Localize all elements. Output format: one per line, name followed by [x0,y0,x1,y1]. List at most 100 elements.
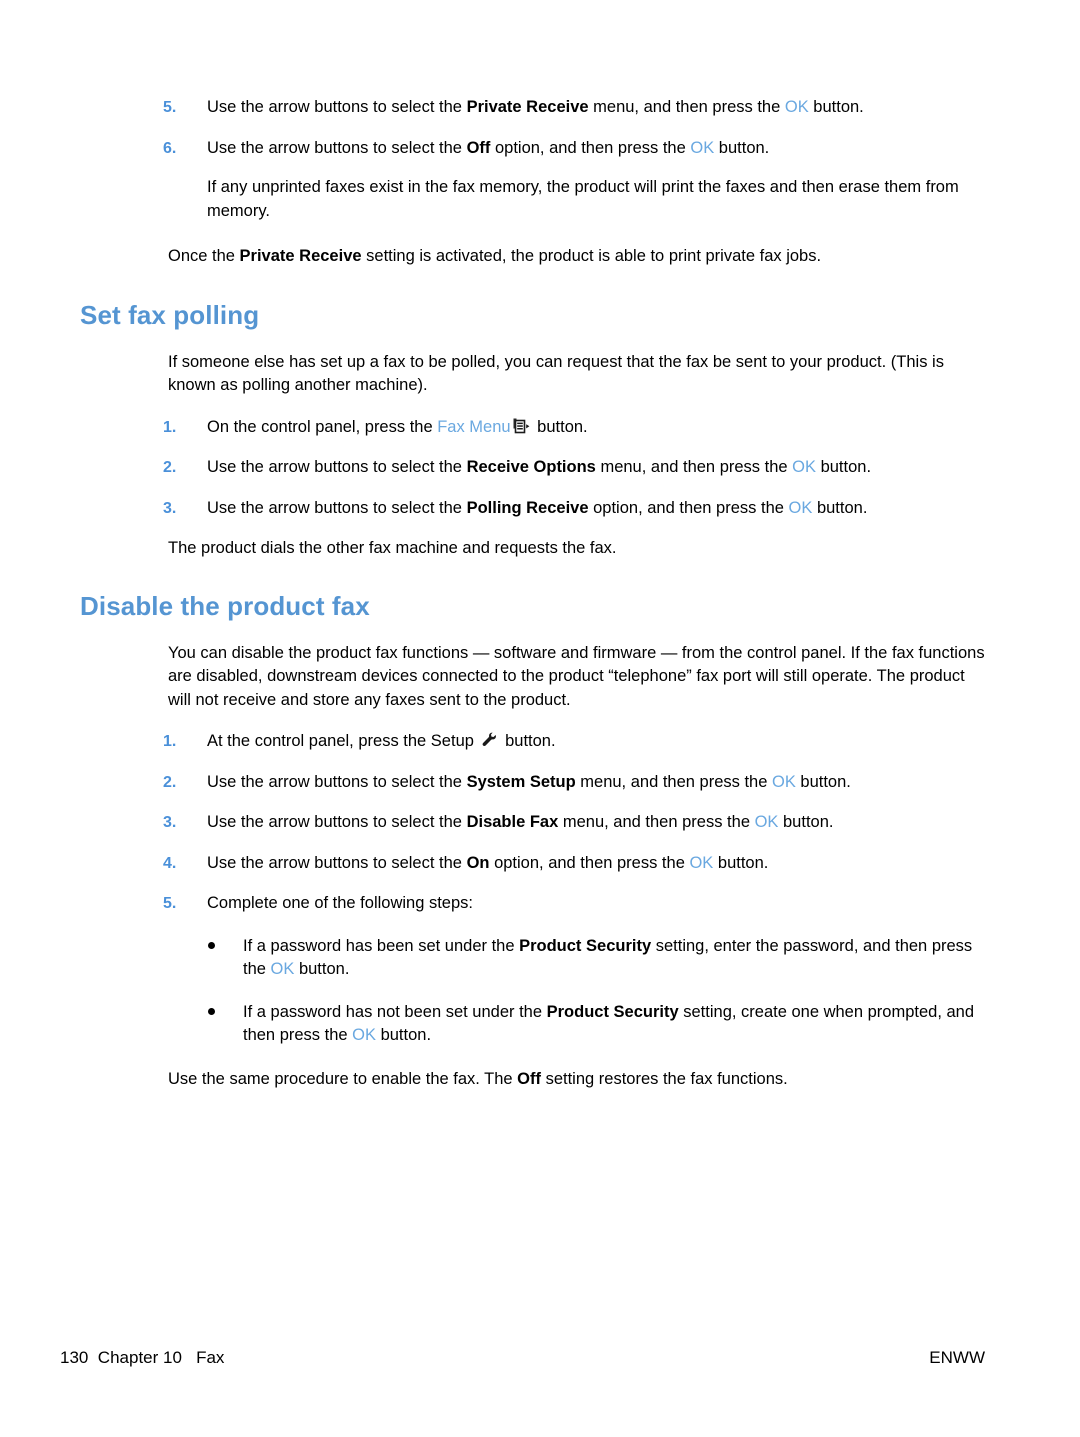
heading-disable-product-fax: Disable the product fax [80,590,370,621]
step-text-part: At the control panel, press the Setup [207,732,479,751]
paragraph-part: setting is activated, the product is abl… [361,247,822,265]
step-number: 1. [163,733,177,751]
disable-product-fax-intro: You can disable the product fax function… [168,643,985,709]
step-text-part: menu, and then press the [588,98,785,116]
step-text-part: button. [816,458,872,477]
paragraph-emphasis: Private Receive [239,247,362,265]
step-number: 1. [163,418,177,436]
step-emphasis: Disable Fax [466,813,559,832]
document-page: 5. Use the arrow buttons to select the P… [0,0,1080,1437]
step-number: 4. [163,854,177,872]
list-item: If a password has been set under the Pro… [80,935,986,982]
heading-set-fax-polling: Set fax polling [80,299,260,330]
step-text-part: On the control panel, press the [207,417,438,436]
bullet-dot-icon [208,941,215,949]
ok-button-label: OK [352,1026,376,1045]
bullet-emphasis: Product Security [519,936,652,955]
step-text: On the control panel, press the Fax Menu… [207,418,588,436]
page-content: 5. Use the arrow buttons to select the P… [80,96,986,1091]
step-text-part: button. [778,813,834,832]
step-text: Use the arrow buttons to select the Off … [207,139,769,157]
step-text-part: button. [500,732,556,751]
ok-button-label: OK [792,458,816,477]
step-text: Use the arrow buttons to select the Poll… [207,499,867,517]
step-text-part: button. [713,853,769,872]
step-text: Use the arrow buttons to select the Priv… [207,98,864,116]
step-item: 1. On the control panel, press the Fax M… [80,416,986,440]
paragraph-emphasis: Off [517,1069,541,1088]
ok-button-label: OK [771,772,796,791]
step-text-part: menu, and then press the [558,813,755,832]
step-number: 6. [163,139,177,157]
ok-button-label: OK [689,853,714,872]
step-emphasis: On [466,853,490,872]
private-receive-closing-paragraph: Once the Private Receive setting is acti… [168,245,986,269]
fax-menu-label: Fax Menu [437,417,511,436]
ok-button-label: OK [690,138,715,157]
ok-button-label: OK [270,960,295,979]
set-fax-polling-intro: If someone else has set up a fax to be p… [168,352,944,395]
bullet-dot-icon [208,1007,215,1015]
step-item: 2. Use the arrow buttons to select the S… [80,771,986,795]
step-text-part: option, and then press the [490,138,691,157]
step-number: 3. [163,814,177,832]
private-receive-steps: 5. Use the arrow buttons to select the P… [80,96,986,160]
step-text-part: Use the arrow buttons to select the [207,138,467,157]
step-text: At the control panel, press the Setup bu… [207,732,556,750]
bullet-text-part: button. [376,1026,432,1045]
bullet-text: If a password has been set under the Pro… [243,937,972,979]
footer-locale-label: ENWW [929,1348,985,1367]
bullet-text-part: If a password has not been set under the [243,1002,547,1021]
step-text: Use the arrow buttons to select the On o… [207,854,768,872]
step-text: Complete one of the following steps: [207,894,473,913]
set-fax-polling-closing: The product dials the other fax machine … [168,539,617,558]
step-number: 5. [163,99,177,116]
step-number: 2. [163,773,177,791]
step-text-part: option, and then press the [489,853,690,872]
footer-chapter-label: 130 Chapter 10 Fax [60,1348,225,1367]
bullet-emphasis: Product Security [546,1002,679,1021]
step-text-part: button. [714,138,770,157]
disable-product-fax-closing: Use the same procedure to enable the fax… [168,1068,986,1092]
step-emphasis: Polling Receive [466,498,589,517]
paragraph-part: Use the same procedure to enable the fax… [168,1069,518,1088]
step-text-part: button. [532,417,588,436]
step-text-part: Use the arrow buttons to select the [207,853,467,872]
wrench-icon [481,732,498,748]
step-text-part: Use the arrow buttons to select the [207,498,467,517]
list-item: If a password has not been set under the… [80,1001,986,1048]
step-item: 1. At the control panel, press the Setup… [80,730,986,754]
page-footer: 130 Chapter 10 Fax ENWW [60,1348,985,1372]
step-item: 6. Use the arrow buttons to select the O… [80,137,986,161]
step-emphasis: System Setup [466,772,576,791]
step-emphasis: Private Receive [466,98,589,116]
step-item: 3. Use the arrow buttons to select the P… [80,497,986,521]
step-emphasis: Off [466,138,491,157]
step-text-part: Use the arrow buttons to select the [207,813,467,832]
step-text-part: Use the arrow buttons to select the [207,458,467,477]
step-text-part: menu, and then press the [595,458,793,477]
bullet-text-part: button. [294,960,350,979]
ok-button-label: OK [754,813,779,832]
step-text-part: button. [812,498,868,517]
step-item: 4. Use the arrow buttons to select the O… [80,852,986,876]
bullet-text: If a password has not been set under the… [243,1003,974,1045]
step-number: 5. [163,895,177,913]
disable-product-fax-steps: 1. At the control panel, press the Setup… [80,730,986,916]
ok-button-label: OK [784,98,809,116]
set-fax-polling-steps: 1. On the control panel, press the Fax M… [80,416,986,521]
step-text-part: button. [795,772,851,791]
paragraph-part: setting restores the fax functions. [541,1069,788,1088]
step-text: Use the arrow buttons to select the Syst… [207,773,851,791]
step-number: 2. [163,459,177,477]
step-text-part: option, and then press the [588,498,789,517]
fax-menu-icon [513,418,530,434]
step-emphasis: Receive Options [466,458,596,477]
bullet-text-part: If a password has been set under the [243,936,520,955]
step-text: Use the arrow buttons to select the Rece… [207,458,871,476]
step-text-part: button. [808,98,864,116]
step-item: 2. Use the arrow buttons to select the R… [80,456,986,480]
step-text-part: Use the arrow buttons to select the [207,98,467,116]
paragraph-part: Once the [168,247,240,265]
memory-note-paragraph: If any unprinted faxes exist in the fax … [207,178,959,220]
